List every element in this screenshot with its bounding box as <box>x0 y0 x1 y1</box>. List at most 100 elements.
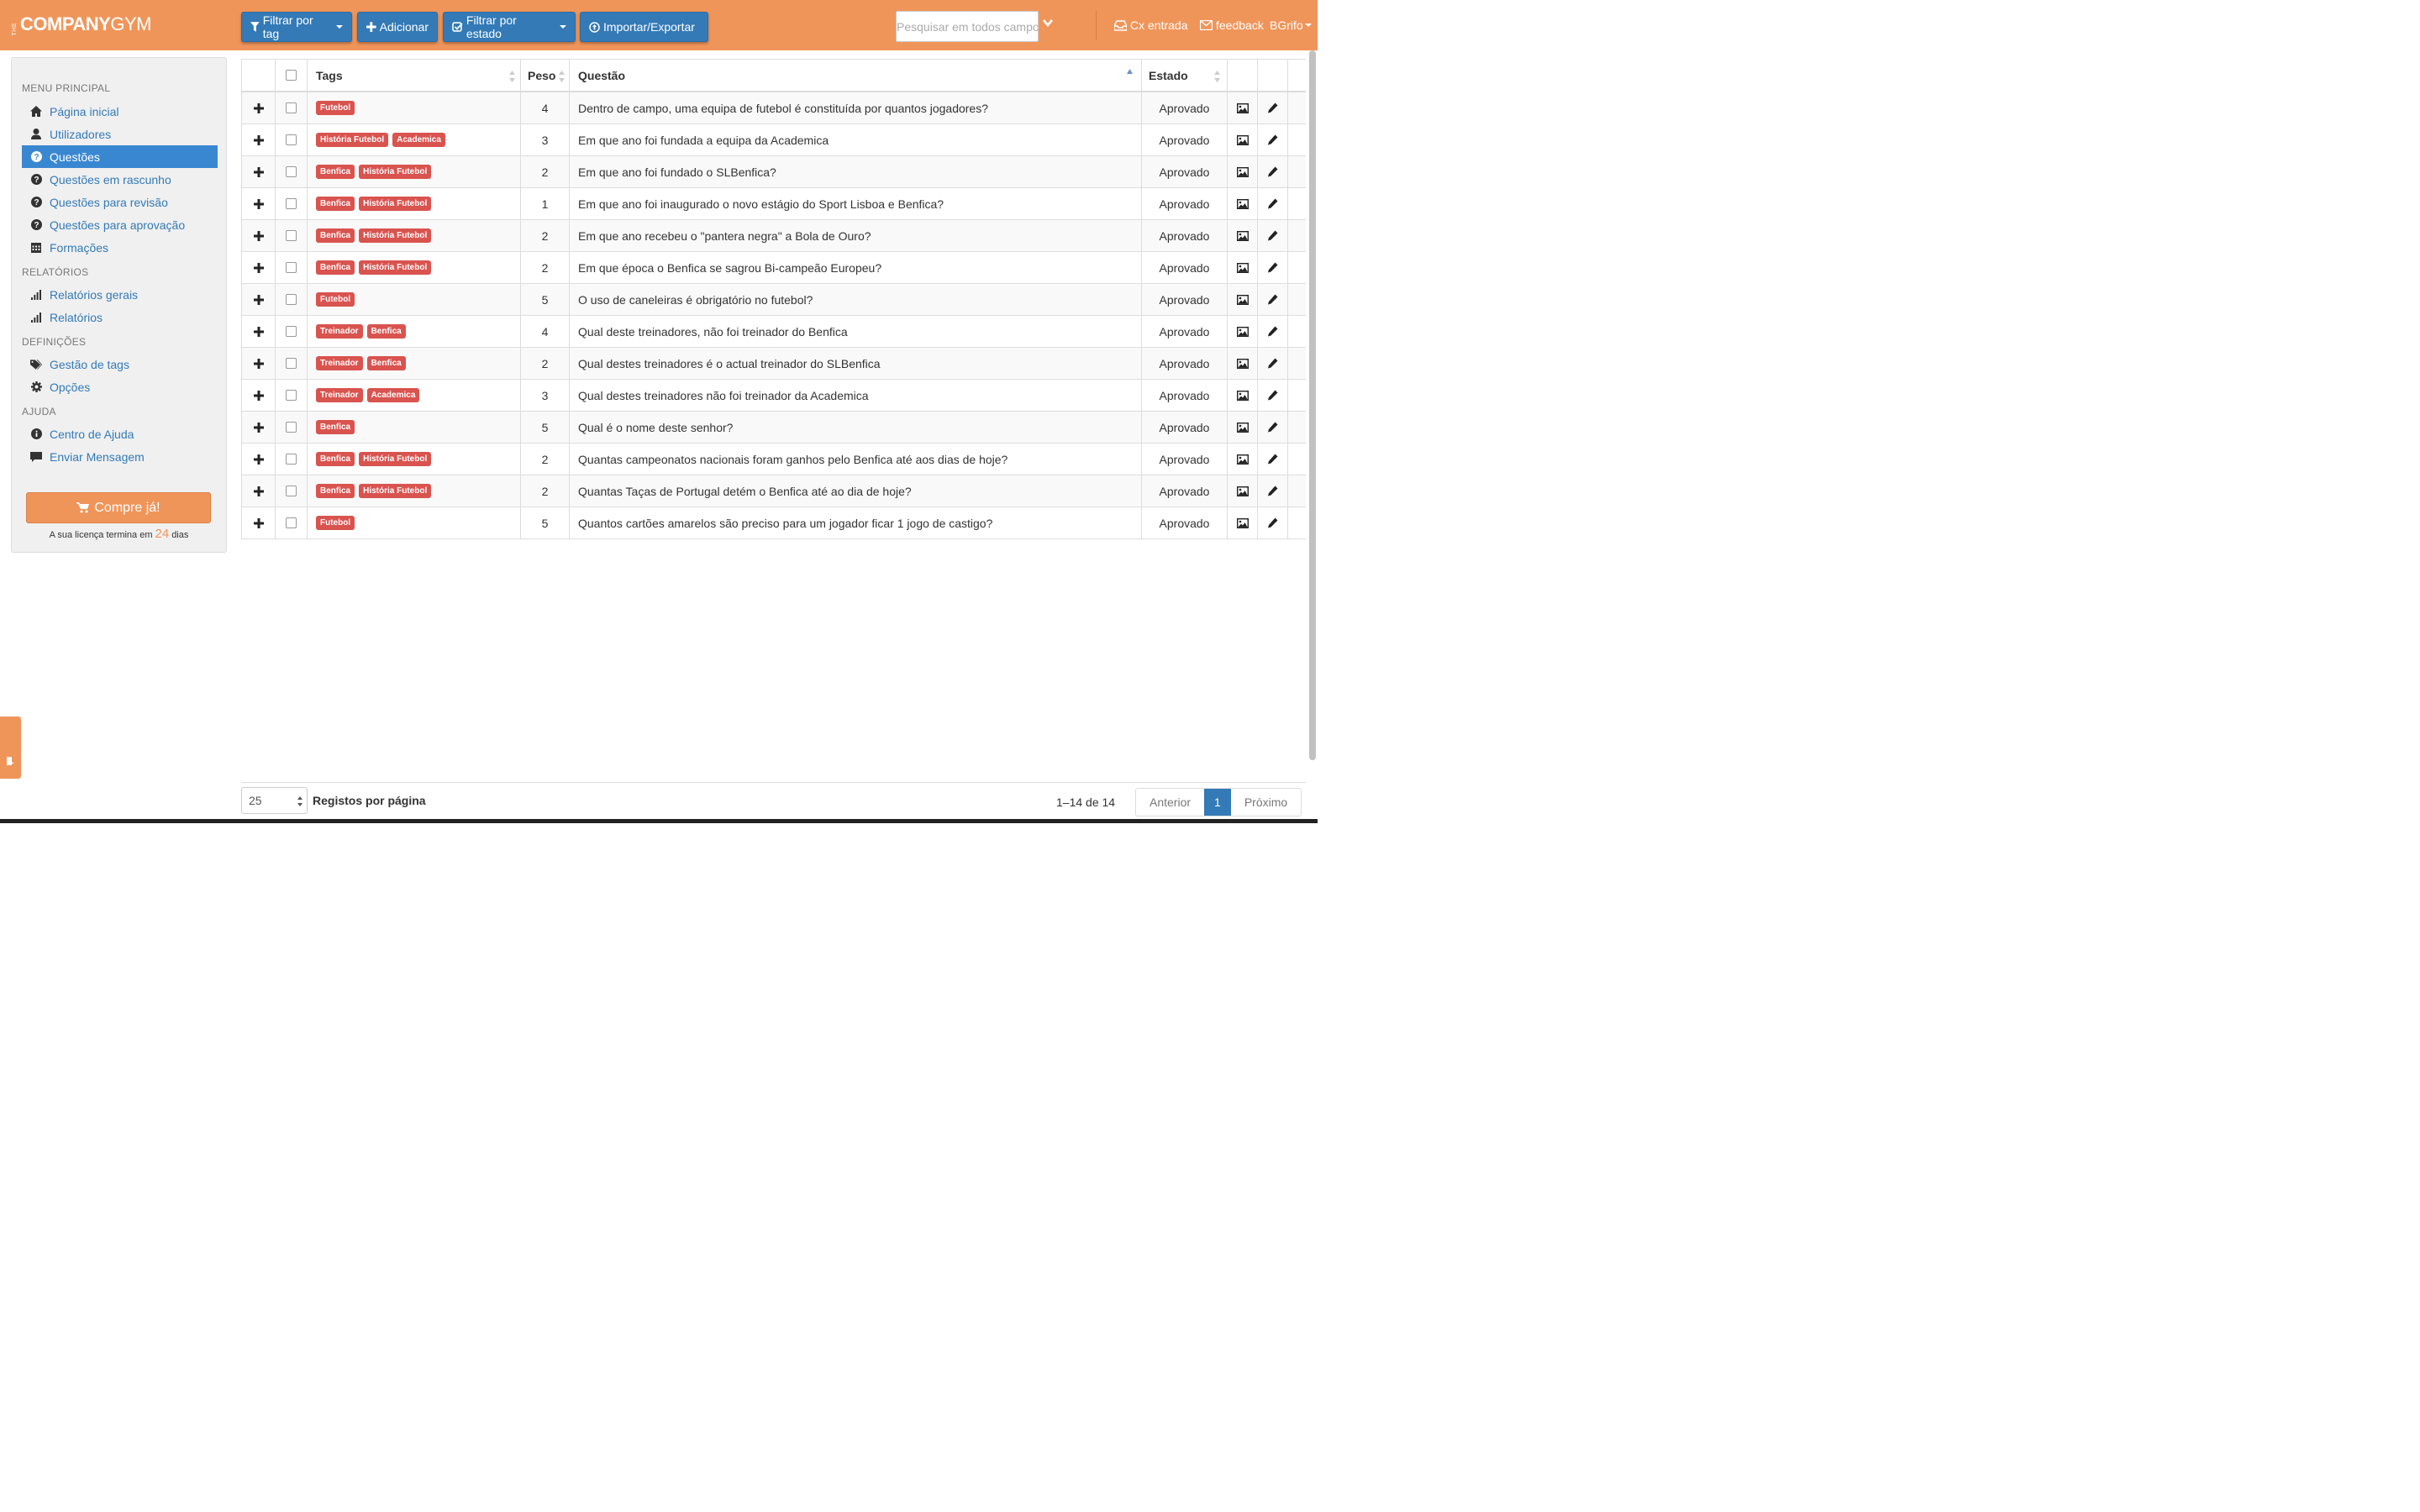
pencil-icon[interactable] <box>1267 422 1278 433</box>
pencil-icon[interactable] <box>1267 134 1278 145</box>
pencil-icon[interactable] <box>1267 358 1278 369</box>
buy-now-button[interactable]: Compre já! <box>26 492 211 523</box>
pencil-icon[interactable] <box>1267 517 1278 528</box>
sidebar-item-trainings[interactable]: Formações <box>22 236 218 259</box>
row-checkbox[interactable] <box>286 230 297 241</box>
plus-icon[interactable] <box>253 134 264 145</box>
row-checkbox[interactable] <box>286 134 297 145</box>
filter-by-state-button[interactable]: Filtrar por estado <box>443 12 576 42</box>
pencil-icon[interactable] <box>1267 326 1278 337</box>
tag-badge[interactable]: Benfica <box>316 420 355 434</box>
plus-icon[interactable] <box>253 486 264 496</box>
row-checkbox[interactable] <box>286 517 297 528</box>
picture-icon[interactable] <box>1236 358 1249 369</box>
plus-icon[interactable] <box>253 294 264 305</box>
vertical-scrollbar[interactable] <box>1307 50 1318 760</box>
row-checkbox[interactable] <box>286 198 297 209</box>
picture-icon[interactable] <box>1236 230 1249 241</box>
picture-icon[interactable] <box>1236 166 1249 177</box>
pencil-icon[interactable] <box>1267 166 1278 177</box>
tag-badge[interactable]: Academica <box>366 388 420 402</box>
per-page-select[interactable]: 25 <box>241 787 308 814</box>
import-export-button[interactable]: Importar/Exportar <box>580 12 708 42</box>
tag-badge[interactable]: História Futebol <box>359 228 432 243</box>
page-1-button[interactable]: 1 <box>1204 789 1231 816</box>
filter-by-tag-button[interactable]: Filtrar por tag <box>241 12 352 42</box>
plus-icon[interactable] <box>253 390 264 401</box>
plus-icon[interactable] <box>253 262 264 273</box>
tag-badge[interactable]: Benfica <box>316 484 355 498</box>
sidebar-item-home[interactable]: Página inicial <box>22 100 218 123</box>
plus-icon[interactable] <box>253 198 264 209</box>
feedback-link[interactable]: feedback <box>1200 18 1264 32</box>
plus-icon[interactable] <box>253 358 264 369</box>
picture-icon[interactable] <box>1236 454 1249 465</box>
next-page-button[interactable]: Próximo <box>1231 789 1301 816</box>
tag-badge[interactable]: Benfica <box>316 165 355 179</box>
row-checkbox[interactable] <box>286 102 297 113</box>
pencil-icon[interactable] <box>1267 198 1278 209</box>
picture-icon[interactable] <box>1236 517 1249 528</box>
header-question[interactable]: Questão <box>569 60 1141 91</box>
tag-badge[interactable]: Futebol <box>316 101 355 115</box>
tag-badge[interactable]: Academica <box>392 133 445 147</box>
help-side-tab[interactable]: Ajuda <box>0 717 52 779</box>
company-gym-logo[interactable]: THE COMPANY GYM <box>12 13 151 35</box>
row-checkbox[interactable] <box>286 262 297 273</box>
header-state[interactable]: Estado <box>1141 60 1227 91</box>
row-checkbox[interactable] <box>286 454 297 465</box>
chevron-down-icon[interactable] <box>1042 18 1054 29</box>
tag-badge[interactable]: Futebol <box>316 516 355 530</box>
sidebar-item-questions[interactable]: ? Questões <box>22 145 218 168</box>
pencil-icon[interactable] <box>1267 390 1278 401</box>
pencil-icon[interactable] <box>1267 230 1278 241</box>
picture-icon[interactable] <box>1236 294 1249 305</box>
sidebar-item-draft-questions[interactable]: ? Questões em rascunho <box>22 168 218 191</box>
plus-icon[interactable] <box>253 326 264 337</box>
tag-badge[interactable]: Benfica <box>316 452 355 466</box>
picture-icon[interactable] <box>1236 102 1249 113</box>
tag-badge[interactable]: História Futebol <box>359 260 432 275</box>
inbox-link[interactable]: Cx entrada <box>1114 18 1187 32</box>
tag-badge[interactable]: Futebol <box>316 292 355 307</box>
tag-badge[interactable]: História Futebol <box>359 452 432 466</box>
row-checkbox[interactable] <box>286 294 297 305</box>
plus-icon[interactable] <box>253 422 264 433</box>
pencil-icon[interactable] <box>1267 294 1278 305</box>
row-checkbox[interactable] <box>286 166 297 177</box>
pencil-icon[interactable] <box>1267 262 1278 273</box>
search-input[interactable] <box>896 11 1039 42</box>
tag-badge[interactable]: Treinador <box>316 324 363 339</box>
picture-icon[interactable] <box>1236 486 1249 496</box>
tag-badge[interactable]: Treinador <box>316 388 363 402</box>
sidebar-item-general-reports[interactable]: Relatórios gerais <box>22 283 218 306</box>
row-checkbox[interactable] <box>286 326 297 337</box>
picture-icon[interactable] <box>1236 262 1249 273</box>
sidebar-item-reports[interactable]: Relatórios <box>22 306 218 328</box>
select-all-checkbox[interactable] <box>286 70 297 81</box>
picture-icon[interactable] <box>1236 422 1249 433</box>
tag-badge[interactable]: Treinador <box>316 356 363 370</box>
tag-badge[interactable]: História Futebol <box>359 484 432 498</box>
pencil-icon[interactable] <box>1267 454 1278 465</box>
tag-badge[interactable]: História Futebol <box>359 165 432 179</box>
picture-icon[interactable] <box>1236 198 1249 209</box>
add-button[interactable]: Adicionar <box>357 12 438 42</box>
pencil-icon[interactable] <box>1267 102 1278 113</box>
plus-icon[interactable] <box>253 230 264 241</box>
sidebar-item-tag-management[interactable]: Gestão de tags <box>22 353 218 375</box>
header-tags[interactable]: Tags <box>307 60 520 91</box>
row-checkbox[interactable] <box>286 358 297 369</box>
row-checkbox[interactable] <box>286 486 297 496</box>
plus-icon[interactable] <box>253 166 264 177</box>
tag-badge[interactable]: Benfica <box>316 228 355 243</box>
sidebar-item-send-message[interactable]: Enviar Mensagem <box>22 445 218 468</box>
tag-badge[interactable]: Benfica <box>366 356 406 370</box>
sidebar-item-options[interactable]: Opções <box>22 375 218 398</box>
previous-page-button[interactable]: Anterior <box>1136 789 1204 816</box>
user-menu[interactable]: BGrifo <box>1270 18 1312 32</box>
tag-badge[interactable]: Benfica <box>316 260 355 275</box>
row-checkbox[interactable] <box>286 390 297 401</box>
plus-icon[interactable] <box>253 454 264 465</box>
picture-icon[interactable] <box>1236 326 1249 337</box>
